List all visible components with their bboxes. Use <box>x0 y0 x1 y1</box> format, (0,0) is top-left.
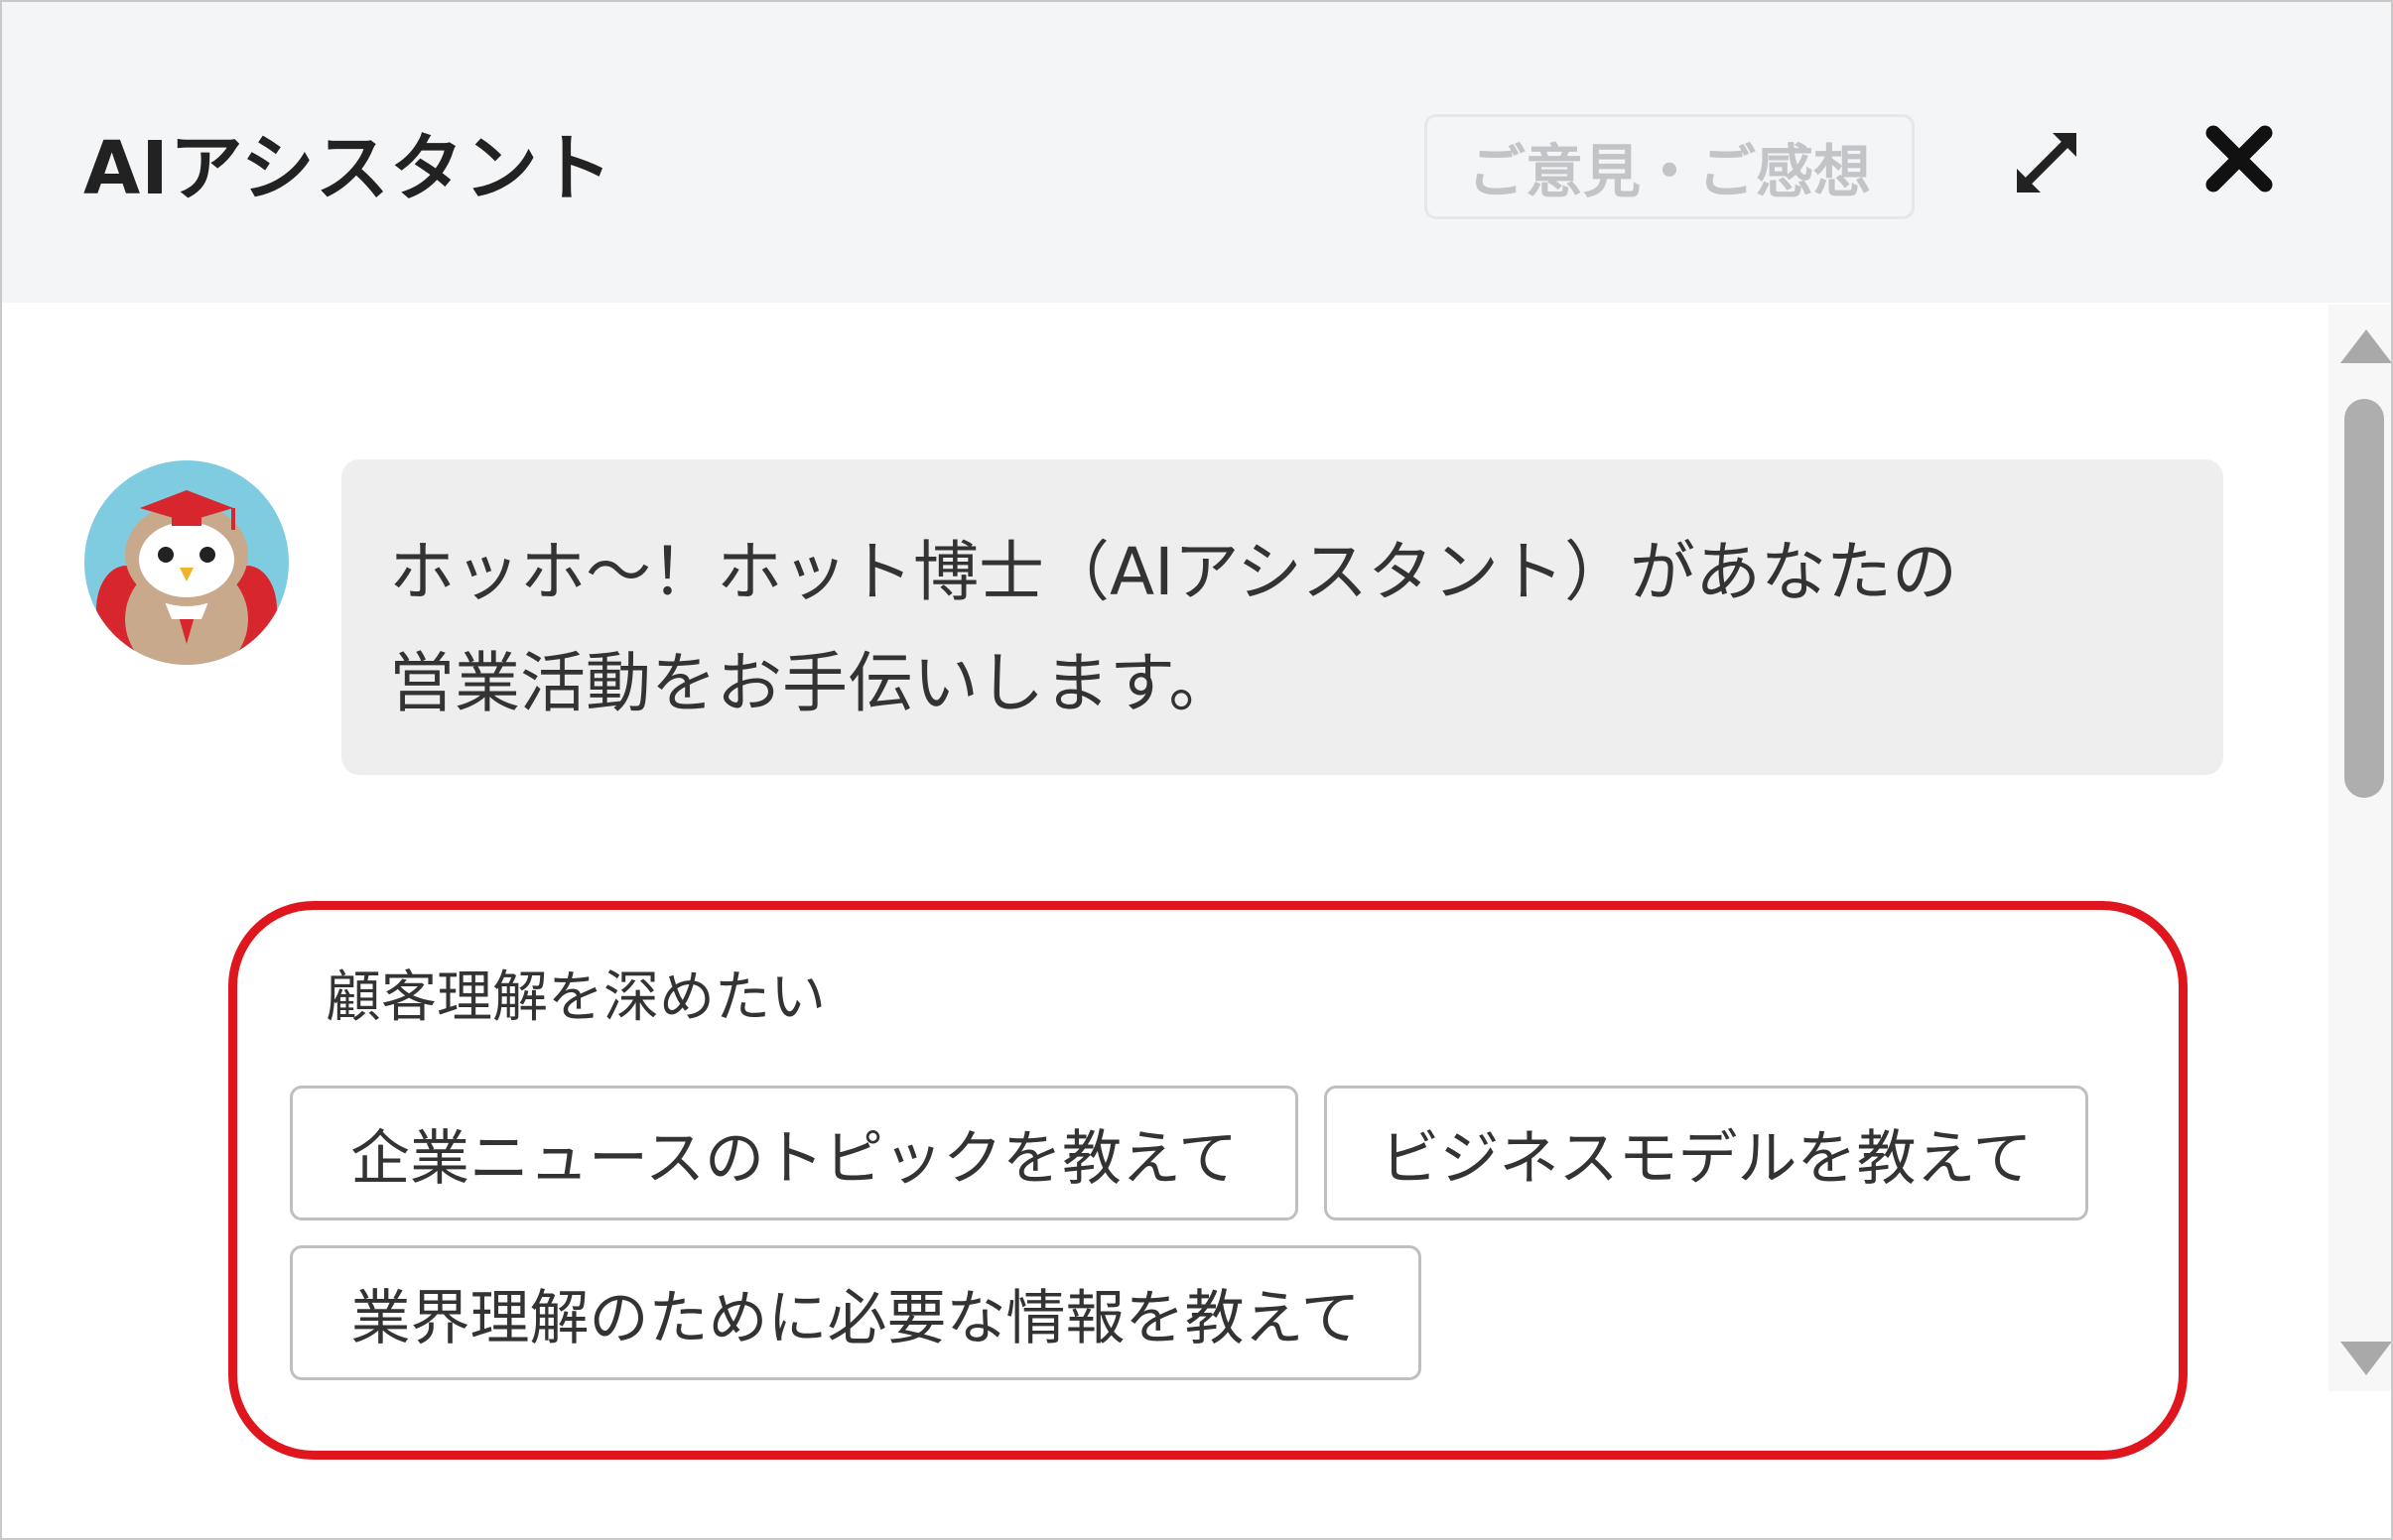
panel-title: AIアシスタント <box>83 126 613 211</box>
message-line: 営業活動をお手伝いします。 <box>389 645 1235 721</box>
scrollbar-thumb[interactable] <box>2344 399 2384 798</box>
suggestion-chip-business-model[interactable]: ビジネスモデルを教えて <box>1324 1086 2088 1220</box>
assistant-message-bubble: ホッホ～！ホット博士（AIアシスタント）があなたの 営業活動をお手伝いします。 <box>341 459 2223 775</box>
suggestion-category-label: 顧客理解を深めたい <box>326 965 826 1030</box>
expand-arrows-icon <box>2017 133 2076 192</box>
owl-professor-avatar <box>84 460 289 665</box>
close-button[interactable] <box>2199 119 2279 198</box>
assistant-avatar <box>84 460 289 665</box>
message-line: ホッホ～！ホット博士（AIアシスタント）があなたの <box>389 534 1957 610</box>
feedback-button[interactable]: ご意見・ご感想 <box>1424 114 1915 219</box>
scroll-up-arrow-icon[interactable] <box>2340 329 2391 363</box>
close-icon <box>2205 125 2273 192</box>
suggestion-chip-company-news[interactable]: 企業ニュースのトピックを教えて <box>290 1086 1298 1220</box>
ai-assistant-panel: AIアシスタント ご意見・ご感想 ホッホ～！ホット博士（AIアシスタント）があな… <box>0 0 2393 1540</box>
scroll-down-arrow-icon[interactable] <box>2340 1342 2391 1375</box>
suggestion-chip-industry-info[interactable]: 業界理解のために必要な情報を教えて <box>290 1245 1421 1380</box>
expand-button[interactable] <box>2007 123 2086 202</box>
panel-header: AIアシスタント ご意見・ご感想 <box>2 2 2391 303</box>
